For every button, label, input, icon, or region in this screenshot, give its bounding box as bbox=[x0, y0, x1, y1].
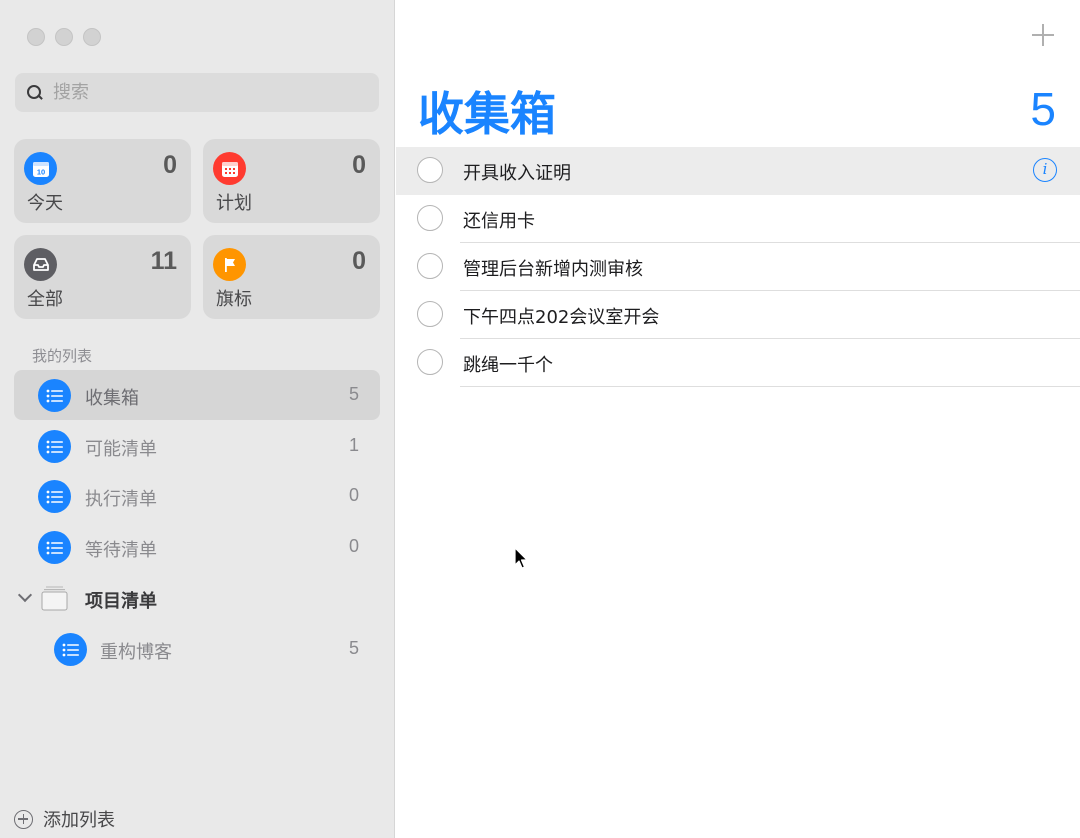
reminder-title[interactable]: 下午四点202会议室开会 bbox=[463, 303, 659, 329]
group-name: 项目清单 bbox=[85, 591, 157, 612]
complete-checkbox[interactable] bbox=[417, 349, 443, 375]
main-pane: 收集箱 5 开具收入证明 i 还信用卡 管理后台新增内测审核 下午四点202会议… bbox=[396, 0, 1080, 838]
list-count: 1 bbox=[348, 435, 359, 455]
window-controls bbox=[27, 28, 101, 46]
reminder-row[interactable]: 管理后台新增内测审核 bbox=[396, 243, 1080, 291]
complete-checkbox[interactable] bbox=[417, 157, 443, 183]
reminder-row[interactable]: 跳绳一千个 bbox=[396, 339, 1080, 387]
search-input[interactable] bbox=[53, 82, 353, 103]
reminder-row[interactable]: 还信用卡 bbox=[396, 195, 1080, 243]
list-item-action[interactable]: 执行清单 0 bbox=[14, 471, 380, 521]
svg-text:10: 10 bbox=[36, 167, 44, 176]
search-icon bbox=[26, 84, 44, 102]
complete-checkbox[interactable] bbox=[417, 301, 443, 327]
tray-icon bbox=[24, 248, 57, 281]
smart-list-label: 计划 bbox=[216, 193, 252, 214]
zoom-window-button[interactable] bbox=[83, 28, 101, 46]
list-count: 0 bbox=[348, 536, 359, 556]
complete-checkbox[interactable] bbox=[417, 253, 443, 279]
list-item-waiting[interactable]: 等待清单 0 bbox=[14, 522, 380, 572]
smart-list-label: 全部 bbox=[27, 289, 63, 310]
list-count: 0 bbox=[348, 485, 359, 505]
smart-list-label: 今天 bbox=[27, 193, 63, 214]
reminder-title[interactable]: 跳绳一千个 bbox=[463, 351, 553, 377]
list-bullet-icon bbox=[38, 531, 71, 564]
flag-icon bbox=[213, 248, 246, 281]
smart-list-all[interactable]: 11 全部 bbox=[14, 235, 191, 319]
sidebar: 10 0 今天 0 计划 11 全部 bbox=[0, 0, 395, 838]
minimize-window-button[interactable] bbox=[55, 28, 73, 46]
complete-checkbox[interactable] bbox=[417, 205, 443, 231]
list-name: 重构博客 bbox=[100, 642, 172, 663]
add-list-label: 添加列表 bbox=[43, 810, 115, 831]
plus-circle-icon bbox=[14, 809, 33, 829]
list-name: 执行清单 bbox=[85, 489, 157, 510]
list-name: 收集箱 bbox=[85, 388, 139, 409]
list-bullet-icon bbox=[38, 379, 71, 412]
list-count: 5 bbox=[348, 638, 359, 658]
search-field[interactable] bbox=[15, 73, 379, 112]
list-bullet-icon bbox=[38, 430, 71, 463]
folder-stack-icon bbox=[41, 586, 68, 611]
row-divider bbox=[460, 386, 1080, 387]
info-icon[interactable]: i bbox=[1033, 158, 1057, 182]
list-item-refactor-blog[interactable]: 重构博客 5 bbox=[14, 624, 380, 674]
add-reminder-button[interactable] bbox=[1032, 24, 1054, 46]
chevron-down-icon[interactable] bbox=[17, 587, 33, 603]
reminder-row[interactable]: 开具收入证明 i bbox=[396, 147, 1080, 195]
page-title: 收集箱 bbox=[418, 87, 556, 141]
reminder-title[interactable]: 还信用卡 bbox=[463, 207, 535, 233]
smart-list-count: 11 bbox=[150, 247, 177, 275]
reminder-title[interactable]: 管理后台新增内测审核 bbox=[463, 255, 643, 281]
smart-list-today[interactable]: 10 0 今天 bbox=[14, 139, 191, 223]
my-lists-heading: 我的列表 bbox=[32, 347, 93, 365]
close-window-button[interactable] bbox=[27, 28, 45, 46]
list-bullet-icon bbox=[38, 480, 71, 513]
list-name: 等待清单 bbox=[85, 540, 157, 561]
list-group-projects[interactable]: 项目清单 bbox=[14, 573, 380, 623]
mouse-cursor-icon bbox=[514, 547, 528, 569]
calendar-today-icon: 10 bbox=[24, 152, 57, 185]
smart-list-flagged[interactable]: 0 旗标 bbox=[203, 235, 380, 319]
smart-list-label: 旗标 bbox=[216, 289, 252, 310]
list-bullet-icon bbox=[54, 633, 87, 666]
smart-list-count: 0 bbox=[163, 151, 177, 179]
list-item-inbox[interactable]: 收集箱 5 bbox=[14, 370, 380, 420]
reminder-row[interactable]: 下午四点202会议室开会 bbox=[396, 291, 1080, 339]
reminder-title[interactable]: 开具收入证明 bbox=[463, 159, 571, 185]
add-list-button[interactable]: 添加列表 bbox=[14, 806, 115, 832]
list-name: 可能清单 bbox=[85, 439, 157, 460]
smart-list-count: 0 bbox=[352, 247, 366, 275]
list-count: 5 bbox=[348, 384, 359, 404]
smart-list-scheduled[interactable]: 0 计划 bbox=[203, 139, 380, 223]
smart-list-count: 0 bbox=[352, 151, 366, 179]
list-item-maybe[interactable]: 可能清单 1 bbox=[14, 421, 380, 471]
reminder-count: 5 bbox=[1030, 83, 1056, 135]
calendar-scheduled-icon bbox=[213, 152, 246, 185]
